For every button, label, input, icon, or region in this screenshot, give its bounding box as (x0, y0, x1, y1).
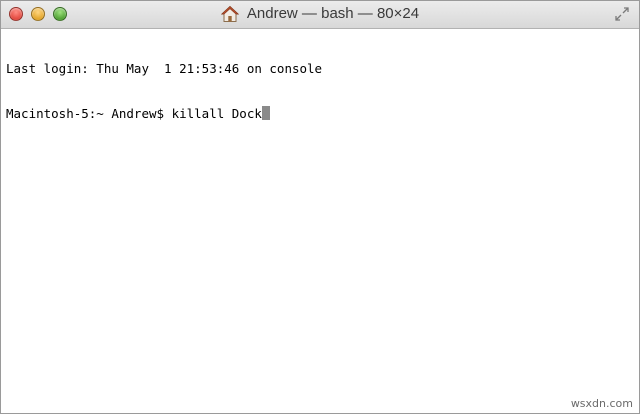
window-title-text: Andrew — bash — 80×24 (246, 5, 420, 23)
watermark: wsxdn.com (570, 397, 633, 410)
terminal-output[interactable]: Last login: Thu May 1 21:53:46 on consol… (6, 31, 626, 151)
text-cursor (261, 106, 270, 120)
shell-prompt: Macintosh-5:~ Andrew$ (6, 106, 172, 121)
home-icon (220, 6, 239, 23)
command-line[interactable]: Macintosh-5:~ Andrew$ killall Dock (6, 106, 626, 121)
fullscreen-arrows-icon[interactable] (615, 7, 629, 21)
typed-command: killall Dock (171, 106, 262, 121)
window-title: Andrew — bash — 80×24 (1, 5, 639, 25)
terminal-window: Andrew — bash — 80×24 Last login: Thu Ma… (0, 0, 640, 414)
last-login-line: Last login: Thu May 1 21:53:46 on consol… (6, 61, 323, 76)
title-bar[interactable]: Andrew — bash — 80×24 (1, 1, 639, 29)
